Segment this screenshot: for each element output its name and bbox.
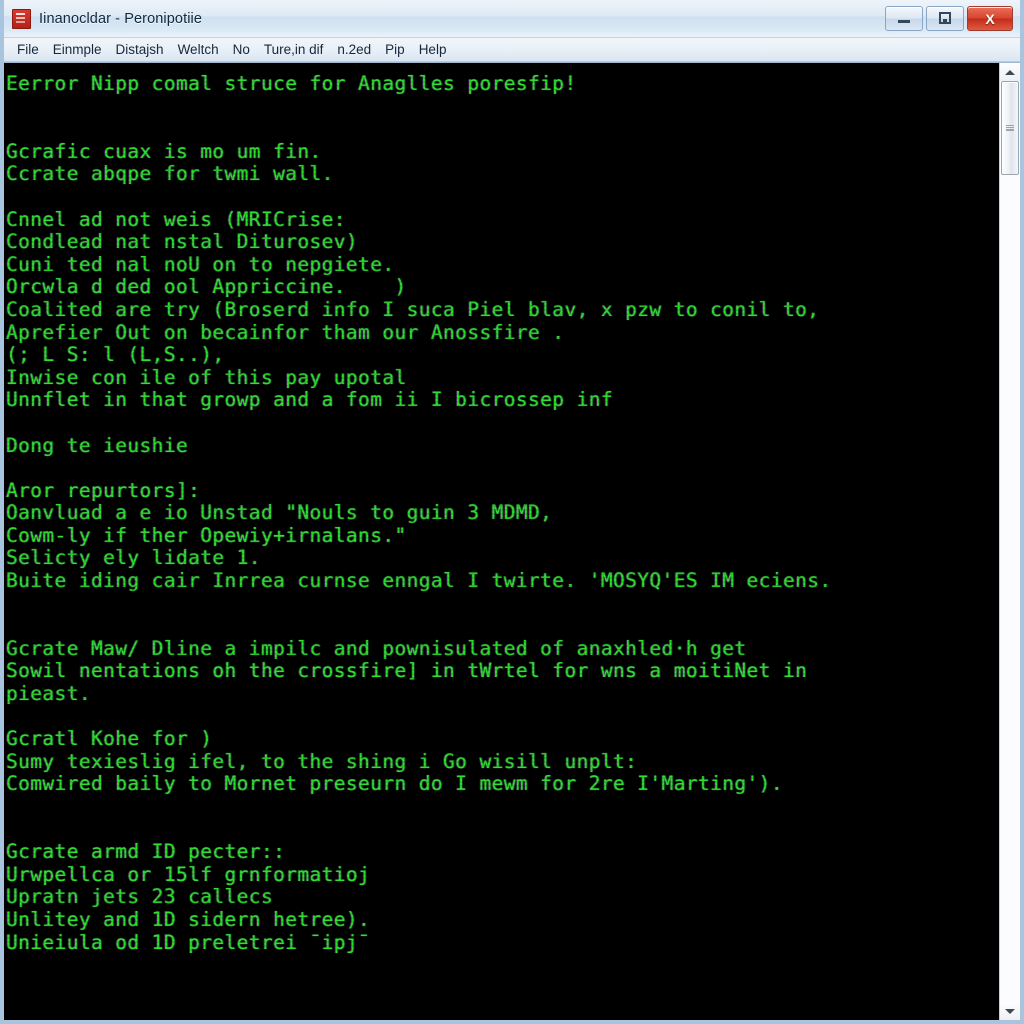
close-button[interactable]: X: [967, 6, 1013, 31]
console-line: Cowm-ly if ther Opewiy+irnalans.": [6, 523, 407, 547]
console-line: Inwise con ile of this pay upotal: [6, 365, 407, 389]
menu-item-no[interactable]: No: [226, 40, 257, 60]
close-icon: X: [985, 10, 995, 27]
console-line: Upratn jets 23 callecs: [6, 885, 274, 909]
minimize-button[interactable]: [885, 6, 923, 31]
console-line: Dong te ieushie: [6, 433, 189, 457]
terminal-output[interactable]: Eerror Nipp comal struce for Anaglles po…: [4, 63, 999, 1020]
menu-item-distajsh[interactable]: Distajsh: [109, 40, 171, 60]
console-line: Gcrate armd ID pecter::: [6, 840, 286, 864]
scrollbar-thumb[interactable]: [1001, 81, 1019, 175]
vertical-scrollbar[interactable]: [999, 63, 1020, 1020]
window-title: Iinanocldar - Peronipotiie: [39, 10, 202, 27]
console-line: Aprefier Out on becainfor tham our Anoss…: [6, 320, 565, 344]
console-line: Orcwla d ded ool Appriccine. ): [6, 275, 407, 299]
console-line: Sowil nentations oh the crossfire] in tW…: [6, 659, 808, 683]
menu-item-help[interactable]: Help: [412, 40, 454, 60]
console-line: Comwired baily to Mornet preseurn do I m…: [6, 772, 783, 796]
chevron-up-icon: [1005, 69, 1015, 75]
console-line: Gcratl Kohe for ): [6, 727, 213, 751]
minimize-icon: [898, 20, 910, 23]
console-line: (; L S: l (L,S..),: [6, 343, 225, 367]
app-icon: [12, 8, 31, 29]
console-line: Unnflet in that growp and a fom ii I bic…: [6, 388, 613, 412]
grip-icon: [1006, 125, 1014, 131]
chevron-down-icon: [1005, 1008, 1015, 1014]
console-line: Unlitey and 1D sidern hetree).: [6, 907, 371, 931]
console-line: Gcrate Maw/ Dline a impilc and pownisula…: [6, 636, 747, 660]
console-line: Unieiula od 1D preletrei ¯ipj¯: [6, 930, 371, 954]
title-bar[interactable]: Iinanocldar - Peronipotiie X: [4, 0, 1020, 38]
menu-item-n2ed[interactable]: n.2ed: [330, 40, 378, 60]
maximize-icon: [939, 12, 951, 24]
menu-bar: File Einmple Distajsh Weltch No Ture,in …: [4, 38, 1020, 62]
menu-item-pip[interactable]: Pip: [378, 40, 412, 60]
console-line: Coalited are try (Broserd info I suca Pi…: [6, 297, 820, 321]
console-line: Ccrate abqpe for twmi wall.: [6, 162, 334, 186]
scrollbar-track[interactable]: [1000, 81, 1020, 1002]
console-line: Eerror Nipp comal struce for Anaglles po…: [6, 72, 577, 95]
console-line: Cnnel ad not weis (MRICrise:: [6, 207, 346, 231]
console-line: pieast.: [6, 682, 91, 706]
console-line: Gcrafic cuax is mo um fin.: [6, 139, 322, 163]
maximize-button[interactable]: [926, 6, 964, 31]
console-line: Buite iding cair Inrrea curnse enngal I …: [6, 569, 832, 593]
menu-item-weltch[interactable]: Weltch: [171, 40, 226, 60]
console-line: Aror repurtors]:: [6, 478, 201, 502]
console-text: Eerror Nipp comal struce for Anaglles po…: [6, 72, 999, 954]
console-line: Condlead nat nstal Diturosev): [6, 230, 359, 254]
application-window: Iinanocldar - Peronipotiie X File Einmpl…: [0, 0, 1024, 1024]
console-line: Sumy texieslig ifel, to the shing i Go w…: [6, 749, 638, 773]
menu-item-tureindif[interactable]: Ture,in dif: [257, 40, 331, 60]
window-controls: X: [885, 6, 1013, 31]
menu-item-file[interactable]: File: [10, 40, 46, 60]
console-line: Cuni ted nal noU on to nepgiete.: [6, 252, 395, 276]
console-line: Oanvluad a e io Unstad "Nouls to guin 3 …: [6, 501, 553, 525]
terminal-region: Eerror Nipp comal struce for Anaglles po…: [4, 62, 1020, 1020]
console-line: Selicty ely lidate 1.: [6, 546, 261, 570]
scroll-up-arrow[interactable]: [1000, 63, 1020, 81]
scroll-down-arrow[interactable]: [1000, 1002, 1020, 1020]
menu-item-einmple[interactable]: Einmple: [46, 40, 109, 60]
console-line: Urwpellca or 15lf grnformatioj: [6, 862, 371, 886]
